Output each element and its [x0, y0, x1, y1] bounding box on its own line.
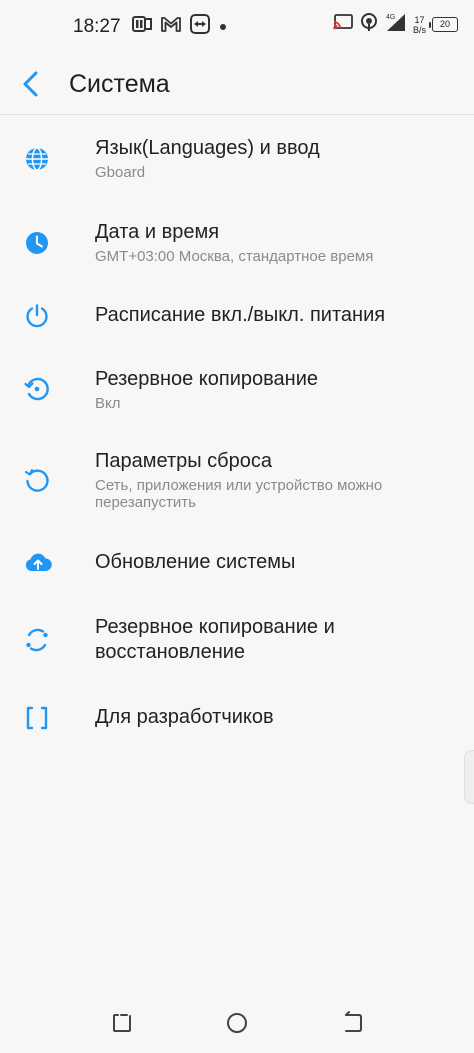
page-title: Система [69, 70, 170, 98]
recent-apps-button[interactable] [110, 1010, 136, 1036]
setting-text: Язык(Languages) и ввод Gboard [95, 136, 320, 181]
home-icon [227, 1013, 247, 1033]
setting-text: Дата и время GMT+03:00 Москва, стандартн… [95, 220, 373, 265]
setting-text: Расписание вкл./выкл. питания [95, 303, 385, 328]
back-nav-button[interactable] [340, 1010, 366, 1036]
setting-title: Для разработчиков [95, 706, 274, 728]
cloud-upload-icon [24, 550, 52, 576]
setting-subtitle: Вкл [95, 394, 121, 412]
back-nav-icon [345, 1011, 362, 1032]
setting-backup[interactable]: Резервное копирование Вкл [0, 348, 474, 430]
chevron-left-icon [23, 71, 38, 97]
net-speed: 17 B/s [413, 15, 426, 35]
setting-title: Обновление системы [95, 551, 296, 573]
setting-developer-options[interactable]: Для разработчиков [0, 685, 474, 750]
setting-reset-options[interactable]: Параметры сброса Сеть, приложения или ус… [0, 430, 474, 530]
setting-title: Резервное копирование и восстановление [95, 616, 335, 663]
setting-backup-restore[interactable]: Резервное копирование и восстановление [0, 595, 474, 685]
setting-title: Резервное копирование [95, 367, 319, 390]
setting-subtitle: Сеть, приложения или устройство можно пе… [95, 477, 383, 511]
setting-title: Дата и время [95, 221, 220, 243]
hotspot-icon [359, 12, 379, 37]
navigation-bar [0, 990, 474, 1053]
battery-indicator: 20 [429, 17, 458, 32]
sim-notification-icon [131, 15, 152, 38]
setting-power-schedule[interactable]: Расписание вкл./выкл. питания [0, 283, 474, 348]
settings-list: Язык(Languages) и ввод Gboard Дата и вре… [0, 115, 474, 750]
signal-icon: 4G [385, 12, 407, 37]
svg-text:4G: 4G [386, 14, 395, 21]
net-speed-unit: B/s [412, 24, 426, 35]
globe-icon [24, 146, 50, 172]
setting-system-update[interactable]: Обновление системы [0, 530, 474, 595]
setting-title: Язык(Languages) и ввод [95, 137, 320, 159]
setting-text: Параметры сброса Сеть, приложения или ус… [95, 449, 425, 511]
setting-language-input[interactable]: Язык(Languages) и ввод Gboard [0, 115, 474, 202]
setting-text: Резервное копирование Вкл [95, 367, 318, 412]
sync-icon [24, 627, 50, 653]
scroll-handle[interactable] [464, 750, 474, 804]
recent-apps-icon [113, 1014, 131, 1032]
setting-text: Обновление системы [95, 550, 295, 575]
net-speed-value: 17 [414, 14, 425, 25]
more-notifications-dot [219, 18, 227, 36]
setting-date-time[interactable]: Дата и время GMT+03:00 Москва, стандартн… [0, 202, 474, 283]
status-bar: 18:27 4G 17 B/s 20 [0, 0, 474, 52]
setting-text: Для разработчиков [95, 705, 274, 730]
reset-icon [24, 467, 50, 493]
braces-icon [24, 705, 50, 731]
teamviewer-icon [189, 14, 210, 39]
back-button[interactable] [14, 66, 50, 102]
backup-icon [24, 376, 50, 402]
status-time: 18:27 [73, 15, 121, 37]
cast-icon [333, 13, 353, 36]
setting-title: Параметры сброса [95, 450, 272, 472]
power-icon [24, 303, 50, 329]
setting-title: Расписание вкл./выкл. питания [95, 304, 386, 326]
setting-subtitle: GMT+03:00 Москва, стандартное время [95, 248, 374, 265]
app-header: Система [0, 52, 474, 116]
clock-icon [24, 230, 50, 256]
setting-subtitle: Gboard [95, 164, 146, 181]
status-right: 4G 17 B/s 20 [333, 12, 458, 37]
gmail-icon [160, 16, 181, 37]
status-left: 18:27 [73, 14, 227, 39]
home-button[interactable] [224, 1010, 250, 1036]
setting-text: Резервное копирование и восстановление [95, 615, 385, 665]
